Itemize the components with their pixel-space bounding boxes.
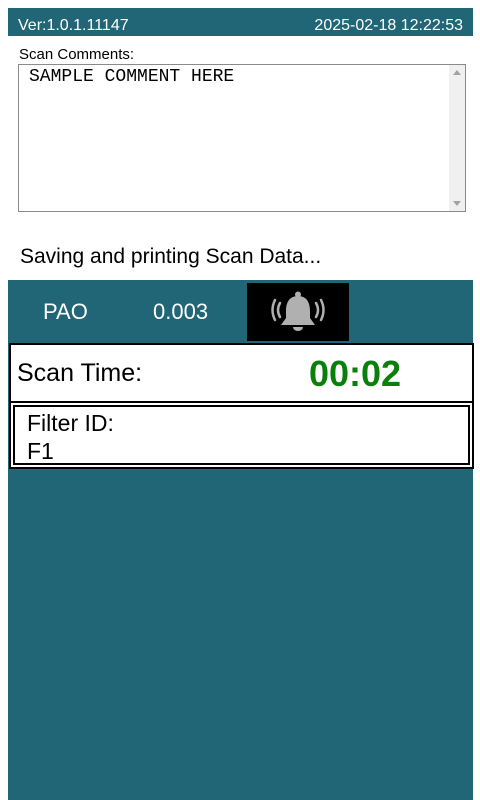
version-label: Ver:1.0.1.11147 (18, 17, 129, 34)
scroll-down-icon[interactable] (453, 201, 461, 206)
status-message: Saving and printing Scan Data... (20, 245, 322, 268)
ringing-bell-icon (271, 291, 325, 331)
filter-id-inner-box: Filter ID: F1 (13, 405, 470, 465)
scan-time-box: Scan Time: 00:02 (9, 343, 474, 403)
scan-panel: PAO 0.003 Scan Time: 00:02 Filter ID: F1 (8, 280, 474, 800)
filter-id-label: Filter ID: (27, 410, 114, 436)
filter-id-value: F1 (27, 438, 54, 464)
top-status-bar: Ver:1.0.1.11147 2025-02-18 12:22:53 (8, 8, 473, 36)
scroll-up-icon[interactable] (453, 70, 461, 75)
scan-time-label: Scan Time: (17, 359, 143, 387)
comments-scrollbar[interactable] (449, 65, 465, 211)
filter-id-box: Filter ID: F1 (9, 401, 474, 469)
scan-time-value: 00:02 (309, 353, 402, 394)
scan-comments-textarea[interactable]: SAMPLE COMMENT HERE (18, 64, 466, 212)
gas-label: PAO (43, 299, 88, 324)
alarm-button[interactable] (247, 283, 349, 341)
scan-comments-label: Scan Comments: (19, 46, 135, 63)
scan-comments-text: SAMPLE COMMENT HERE (29, 67, 235, 87)
reading-value: 0.003 (153, 299, 209, 324)
datetime-label: 2025-02-18 12:22:53 (314, 17, 463, 34)
